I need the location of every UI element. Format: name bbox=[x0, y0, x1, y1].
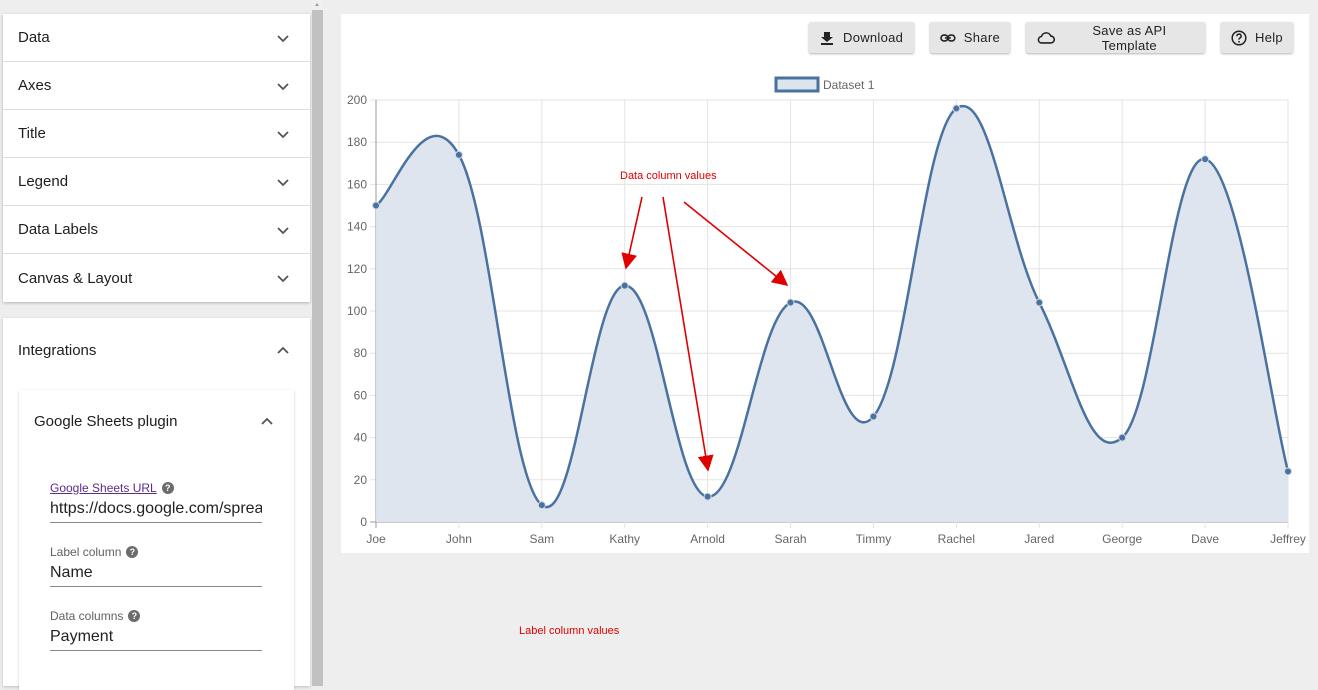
x-tick-label: Jared bbox=[1024, 532, 1054, 546]
chevron-down-icon bbox=[277, 178, 289, 186]
annotation-arrow bbox=[621, 196, 643, 270]
y-tick-label: 180 bbox=[347, 135, 367, 149]
x-tick-label: Joe bbox=[366, 532, 386, 546]
y-tick-label: 0 bbox=[360, 515, 367, 529]
data-point bbox=[454, 150, 463, 159]
chart-panel: Download Share Save as API Template Help… bbox=[341, 14, 1309, 637]
accordion-item-label: Data Labels bbox=[18, 221, 99, 238]
y-tick-label: 20 bbox=[354, 473, 368, 487]
x-tick-label: Rachel bbox=[938, 532, 975, 546]
x-tick-label: Dave bbox=[1191, 532, 1219, 546]
accordion-item-label: Axes bbox=[18, 77, 52, 94]
accordion-item-label: Legend bbox=[18, 173, 69, 190]
label-column-input[interactable] bbox=[50, 559, 262, 587]
data-point bbox=[869, 412, 878, 421]
data-point bbox=[786, 298, 795, 307]
google-sheets-url-field: Google Sheets URL ? bbox=[50, 480, 262, 523]
y-tick-label: 160 bbox=[347, 177, 367, 191]
y-tick-label: 80 bbox=[354, 346, 368, 360]
google-sheets-url-link[interactable]: Google Sheets URL bbox=[50, 480, 157, 495]
x-tick-label: Sam bbox=[529, 532, 554, 546]
accordion-item-title[interactable]: Title bbox=[3, 110, 310, 158]
google-sheets-url-input[interactable] bbox=[50, 495, 262, 523]
y-tick-label: 140 bbox=[347, 220, 367, 234]
chevron-down-icon bbox=[277, 34, 289, 42]
integrations-label: Integrations bbox=[18, 341, 97, 359]
data-column-annotation: Data column values bbox=[620, 170, 717, 182]
label-column-field: Label column ? bbox=[50, 544, 262, 587]
legend-swatch bbox=[774, 76, 820, 93]
accordion-item-data[interactable]: Data bbox=[3, 14, 310, 62]
y-tick-label: 40 bbox=[354, 431, 368, 445]
x-tick-label: Timmy bbox=[856, 532, 892, 546]
x-tick-label: John bbox=[446, 532, 472, 546]
google-sheets-plugin-header[interactable]: Google Sheets plugin bbox=[19, 390, 294, 452]
data-point bbox=[952, 104, 961, 113]
x-tick-label: George bbox=[1102, 532, 1142, 546]
legend-label: Dataset 1 bbox=[823, 78, 875, 92]
data-point bbox=[537, 501, 546, 510]
scroll-up-arrow[interactable] bbox=[312, 0, 323, 10]
data-point bbox=[372, 201, 380, 210]
google-sheets-plugin-card: Google Sheets plugin Google Sheets URL ?… bbox=[19, 390, 294, 690]
data-point bbox=[1201, 155, 1210, 164]
accordion-item-label: Canvas & Layout bbox=[18, 269, 133, 287]
chevron-up-icon bbox=[277, 346, 289, 354]
x-tick-label: Arnold bbox=[690, 532, 725, 546]
y-tick-label: 120 bbox=[347, 262, 367, 276]
y-tick-label: 100 bbox=[347, 304, 367, 318]
data-point bbox=[1118, 433, 1127, 442]
help-icon[interactable]: ? bbox=[126, 545, 139, 558]
label-column-label: Label column bbox=[50, 544, 122, 559]
integrations-panel: Integrations Google Sheets plugin Google… bbox=[3, 318, 310, 690]
x-tick-label: Kathy bbox=[609, 532, 640, 546]
data-columns-input[interactable] bbox=[50, 623, 262, 651]
label-column-annotation: Label column values bbox=[519, 625, 620, 637]
accordion-item-label: Data bbox=[18, 29, 50, 46]
y-tick-label: 200 bbox=[347, 93, 367, 107]
line-chart: 0 20 40 60 80 100 120 140 160 180 200 Joe John Sam Kat… bbox=[347, 76, 1306, 546]
sidebar: Data Axes Title Legend Data Labels Canvas & L… bbox=[0, 0, 312, 690]
sidebar-scrollbar[interactable] bbox=[312, 0, 323, 686]
google-sheets-plugin-label: Google Sheets plugin bbox=[34, 412, 178, 430]
data-point bbox=[1035, 298, 1044, 307]
chevron-down-icon bbox=[277, 82, 289, 90]
help-icon[interactable]: ? bbox=[161, 481, 174, 494]
chevron-down-icon bbox=[277, 275, 289, 283]
data-point bbox=[620, 281, 629, 290]
data-columns-field: Data columns ? bbox=[50, 608, 262, 651]
accordion-item-axes[interactable]: Axes bbox=[3, 62, 310, 110]
data-point bbox=[1284, 467, 1292, 476]
integrations-header[interactable]: Integrations bbox=[3, 318, 310, 382]
annotation-arrow bbox=[683, 201, 789, 287]
settings-accordion: Data Axes Title Legend Data Labels Canvas & L… bbox=[3, 14, 310, 302]
accordion-item-legend[interactable]: Legend bbox=[3, 158, 310, 206]
data-point bbox=[703, 492, 712, 501]
accordion-item-label: Title bbox=[18, 125, 46, 142]
series-area bbox=[376, 106, 1288, 522]
accordion-item-canvas-layout[interactable]: Canvas & Layout bbox=[3, 254, 310, 302]
x-tick-label: Jeffrey bbox=[1270, 532, 1306, 546]
chevron-down-icon bbox=[277, 226, 289, 234]
data-columns-label: Data columns bbox=[50, 608, 124, 623]
help-icon[interactable]: ? bbox=[128, 609, 141, 622]
x-tick-label: Sarah bbox=[775, 532, 807, 546]
y-tick-label: 60 bbox=[354, 388, 368, 402]
chevron-up-icon bbox=[261, 417, 273, 425]
chevron-down-icon bbox=[277, 130, 289, 138]
accordion-item-data-labels[interactable]: Data Labels bbox=[3, 206, 310, 254]
